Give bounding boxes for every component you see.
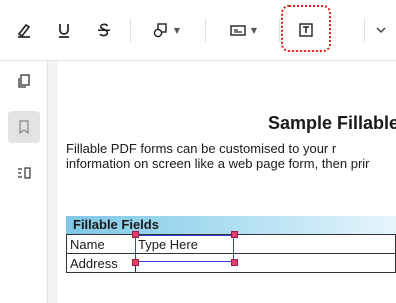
sidebar-item-pages[interactable] <box>8 65 40 97</box>
paragraph-line: information on screen like a web page fo… <box>66 156 370 171</box>
toolbar-separator <box>279 18 280 42</box>
document-paragraph: Fillable PDF forms can be customised to … <box>66 141 370 171</box>
underline-button[interactable] <box>50 12 78 48</box>
resize-handle-top-right[interactable] <box>231 231 238 238</box>
chevron-down-icon: ▼ <box>250 25 258 35</box>
resize-handle-top-left[interactable] <box>132 231 139 238</box>
sidebar-item-bookmarks[interactable] <box>8 111 40 143</box>
toolbar-separator <box>205 18 206 42</box>
underline-icon <box>59 24 69 38</box>
toolbar-separator <box>364 18 365 42</box>
annotation-toolbar: ▼ ▼ <box>0 0 396 61</box>
section-header-label: Fillable Fields <box>73 217 159 232</box>
strikethrough-button[interactable] <box>90 12 118 48</box>
pages-icon <box>18 74 30 88</box>
address-label-cell: Address <box>66 253 136 273</box>
bookmark-icon <box>19 120 29 135</box>
stamp-icon <box>230 25 246 36</box>
text-box-highlight-marker <box>281 5 331 52</box>
document-title: Sample Fillable <box>268 113 396 133</box>
pen-icon <box>17 23 31 38</box>
highlight-pen-button[interactable] <box>10 12 38 48</box>
resize-handle-bottom-left[interactable] <box>132 259 139 266</box>
shapes-dropdown-button[interactable]: ▼ <box>145 12 187 48</box>
document-canvas[interactable]: Sample Fillable Fillable PDF forms can b… <box>48 61 396 303</box>
chevron-down-icon: ▼ <box>173 25 181 35</box>
name-label-cell: Name <box>66 234 136 254</box>
outline-icon <box>18 167 31 179</box>
chevron-down-icon <box>376 27 386 34</box>
toolbar-separator <box>130 18 131 42</box>
pdf-page[interactable]: Sample Fillable Fillable PDF forms can b… <box>58 61 396 303</box>
paragraph-line: Fillable PDF forms can be customised to … <box>66 141 337 156</box>
side-panel <box>0 61 48 303</box>
text-field-value[interactable]: Type Here <box>138 237 198 252</box>
more-tools-button[interactable] <box>370 12 392 48</box>
resize-handle-bottom-right[interactable] <box>231 259 238 266</box>
strikethrough-icon <box>98 23 110 37</box>
stamp-dropdown-button[interactable]: ▼ <box>222 12 264 48</box>
sidebar-item-outline[interactable] <box>8 157 40 189</box>
shapes-icon <box>153 23 167 38</box>
